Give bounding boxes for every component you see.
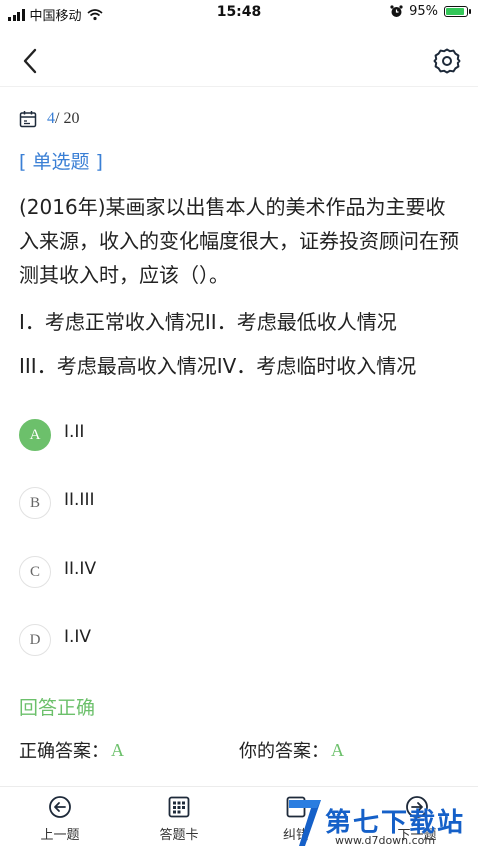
option-text: I.II [64,422,85,442]
your-answer: 你的答案： A [239,737,344,763]
option-b[interactable]: B II.III [19,486,94,520]
alarm-icon [390,5,403,17]
total-questions: / 20 [55,110,80,127]
question-type: [ 单选题 ] [19,151,103,173]
status-right: 95% [390,4,471,19]
chevron-left-icon [23,48,37,74]
option-a[interactable]: A I.II [19,418,84,452]
your-answer-value: A [331,739,344,760]
answer-card-button[interactable]: 答题卡 [129,795,229,843]
question-progress: 4/ 20 [19,110,79,128]
option-letter-circle: B [19,487,51,519]
status-bar: 中国移动 15:48 95% [0,0,478,26]
question-text: (2016年)某画家以出售本人的美术作品为主要收入来源，收入的变化幅度很大，证券… [19,195,459,287]
statement-line-1: I．考虑正常收入情况II．考虑最低收人情况 [19,310,397,334]
previous-question-button[interactable]: 上一题 [10,795,110,843]
option-text: I.IV [64,627,92,647]
watermark-logo-icon [289,800,321,846]
tab-label: 答题卡 [159,828,199,843]
nav-bar [0,36,478,87]
option-letter-circle: D [19,624,51,656]
correct-answer-value: A [111,739,124,760]
option-text: II.IV [64,559,97,579]
watermark: 第七下载站 www.d7down.com [285,796,475,850]
gear-icon [433,48,461,74]
battery-percent: 95% [409,4,438,19]
statement-line-2: III．考虑最高收入情况IV．考虑临时收入情况 [19,354,417,378]
your-answer-label: 你的答案： [239,741,329,762]
current-question-number: 4 [47,110,55,127]
answer-result: 回答正确 [19,697,96,719]
settings-button[interactable] [432,46,462,76]
back-button[interactable] [16,46,46,76]
option-letter-circle: C [19,556,51,588]
tab-label: 上一题 [40,828,80,843]
option-d[interactable]: D I.IV [19,623,91,657]
option-letter-circle: A [19,419,51,451]
option-c[interactable]: C II.IV [19,555,96,589]
battery-fill [446,8,464,15]
answer-card-icon [168,796,190,818]
correct-answer-label: 正确答案： [19,741,109,762]
calendar-icon [19,111,37,128]
arrow-left-circle-icon [49,796,71,818]
correct-answer: 正确答案： A [19,737,124,763]
watermark-url: www.d7down.com [335,834,436,847]
option-text: II.III [64,490,95,510]
battery-icon [444,6,471,17]
